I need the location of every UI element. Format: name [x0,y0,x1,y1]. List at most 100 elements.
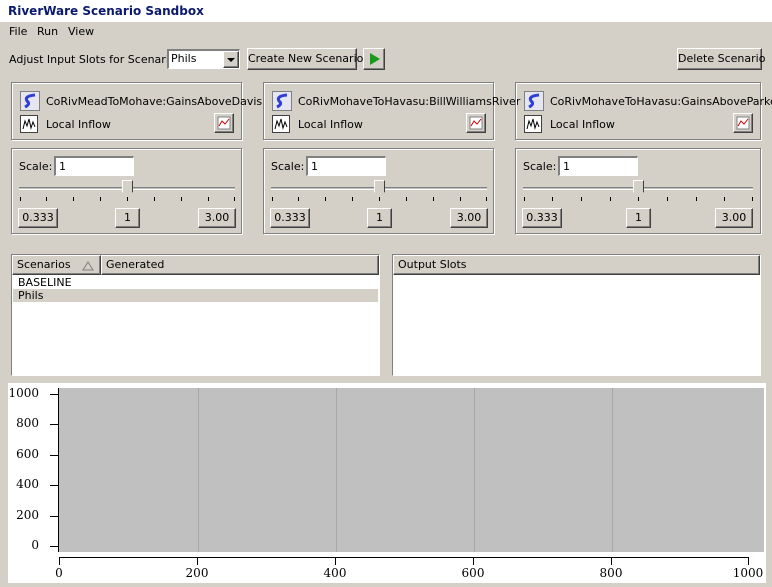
window-title: RiverWare Scenario Sandbox [0,0,772,22]
slider-tick [73,197,74,201]
slider-tick [696,197,697,201]
scale-input[interactable]: 1 [306,156,386,176]
slider-tick [460,197,461,201]
menu-bar: File Run View [0,22,772,42]
create-scenario-button[interactable]: Create New Scenario [247,48,363,70]
slider-tick [581,197,582,201]
column-header-output-slots[interactable]: Output Slots [393,255,760,275]
gridline [612,388,613,552]
object-icon [524,91,544,111]
scenario-select[interactable]: Phils [167,49,240,69]
scale-max-button[interactable]: 3.00 [715,208,753,228]
y-tick [50,394,58,395]
menu-run[interactable]: Run [37,25,58,38]
scale-slider-thumb[interactable] [122,180,133,198]
slider-tick [298,197,299,201]
scenario-select-value: Phils [171,52,197,65]
table-row-selected[interactable]: Phils [13,289,378,302]
run-button[interactable] [363,48,385,70]
y-tick [50,516,58,517]
slot-label: Local Inflow [550,118,615,131]
menu-file[interactable]: File [9,25,27,38]
adjust-label: Adjust Input Slots for Scenario: [9,53,180,66]
scale-max-button[interactable]: 3.00 [198,208,236,228]
y-tick-label: 0 [31,538,39,552]
slider-tick [433,197,434,201]
scale-reset-button[interactable]: 1 [115,208,140,228]
plot-slot-icon[interactable] [733,113,753,133]
x-tick-label: 200 [185,566,209,580]
scale-slider-thumb[interactable] [374,180,385,198]
slider-tick [752,197,753,201]
object-icon [20,91,40,111]
scale-slider-thumb[interactable] [633,180,644,198]
slider-tick [638,197,639,201]
slot-label: Local Inflow [46,118,111,131]
slider-tick [524,197,525,201]
slider-tick [552,197,553,201]
scale-min-button[interactable]: 0.333 [18,208,58,228]
scale-reset-button[interactable]: 1 [626,208,651,228]
slider-tick [406,197,407,201]
scale-label: Scale: [523,160,557,173]
slot-icon [272,115,290,133]
gridline [474,388,475,552]
slider-tick [272,197,273,201]
plot-area[interactable] [59,388,764,552]
plot-slot-icon[interactable] [466,113,486,133]
x-tick-label: 0 [55,566,63,580]
scale-label: Scale: [271,160,305,173]
slider-tick [486,197,487,201]
slider-tick [127,197,128,201]
table-row[interactable]: BASELINE [13,276,378,289]
x-axis [59,557,749,558]
sort-ascending-icon [82,261,94,271]
gridline [336,388,337,552]
y-tick [50,546,58,547]
slider-tick [724,197,725,201]
scale-min-button[interactable]: 0.333 [522,208,562,228]
slider-tick [325,197,326,201]
y-axis [58,388,59,552]
object-icon [272,91,292,111]
column-header-label: Scenarios [17,258,71,271]
output-slots-table[interactable]: Output Slots [392,254,761,376]
slot-panel-2: CoRivMohaveToHavasu:BillWilliamsRiver Lo… [263,82,520,140]
column-header-generated[interactable]: Generated [101,255,379,275]
scale-input[interactable]: 1 [558,156,638,176]
scenarios-table[interactable]: Scenarios Generated BASELINE Phils [11,254,380,376]
x-tick-label: 400 [323,566,347,580]
slider-tick [46,197,47,201]
x-tick [748,557,749,565]
slider-tick [208,197,209,201]
scale-reset-button[interactable]: 1 [367,208,392,228]
slider-tick [154,197,155,201]
plot-slot-icon[interactable] [214,113,234,133]
object-slot-name: CoRivMeadToMohave:GainsAboveDavis [46,95,263,108]
slider-tick [20,197,21,201]
y-tick-label: 400 [16,477,39,491]
scale-input[interactable]: 1 [54,156,134,176]
slider-tick [352,197,353,201]
slot-icon [524,115,542,133]
slider-tick [181,197,182,201]
scale-min-button[interactable]: 0.333 [270,208,310,228]
y-tick-label: 800 [16,416,39,430]
dropdown-arrow-button[interactable] [223,51,239,68]
scale-max-button[interactable]: 3.00 [450,208,488,228]
y-tick [50,485,58,486]
y-tick [50,424,58,425]
x-tick [473,557,474,565]
menu-view[interactable]: View [68,25,94,38]
column-header-scenarios[interactable]: Scenarios [12,255,101,275]
x-tick [59,557,60,565]
y-tick-label: 1000 [8,386,39,400]
slot-panel-3: CoRivMohaveToHavasu:GainsAboveParker Loc… [515,82,772,140]
gridline [198,388,199,552]
x-tick [197,557,198,565]
delete-scenario-button[interactable]: Delete Scenario [677,48,765,70]
object-slot-name: CoRivMohaveToHavasu:BillWilliamsRiver [298,95,521,108]
scale-panel-1: Scale: 1 0.333 1 3.00 [11,148,242,234]
x-tick-label: 800 [599,566,623,580]
slider-tick [667,197,668,201]
